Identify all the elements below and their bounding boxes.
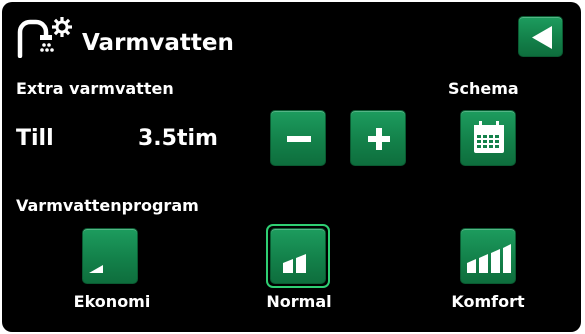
program-label: Varmvattenprogram bbox=[16, 196, 199, 215]
display-panel: Varmvatten Extra varmvatten Schema Till … bbox=[2, 2, 581, 332]
mode-comfort-label: Komfort bbox=[451, 292, 525, 311]
extra-hot-water-state: Till bbox=[16, 126, 54, 151]
extra-hot-water-duration: 3.5tim bbox=[138, 126, 218, 151]
screen: Varmvatten Extra varmvatten Schema Till … bbox=[0, 0, 585, 334]
mode-normal-button[interactable] bbox=[270, 228, 326, 284]
back-button[interactable] bbox=[518, 16, 563, 57]
signal-bars-3-icon bbox=[467, 244, 511, 273]
back-arrow-icon bbox=[532, 26, 552, 49]
signal-bars-1-icon bbox=[89, 265, 103, 273]
signal-bars-2-icon bbox=[283, 254, 306, 273]
decrease-button[interactable] bbox=[270, 110, 326, 166]
increase-button[interactable] bbox=[350, 110, 406, 166]
plus-icon bbox=[368, 128, 390, 150]
minus-icon bbox=[287, 136, 311, 142]
mode-economy-button[interactable] bbox=[82, 228, 138, 284]
extra-hot-water-label: Extra varmvatten bbox=[16, 79, 174, 98]
mode-normal-label: Normal bbox=[266, 292, 332, 311]
schedule-label: Schema bbox=[448, 79, 519, 98]
mode-economy-label: Ekonomi bbox=[73, 292, 151, 311]
mode-comfort-button[interactable] bbox=[460, 228, 516, 284]
schedule-button[interactable] bbox=[460, 110, 516, 166]
calendar-icon bbox=[474, 121, 504, 153]
hot-water-tap-icon bbox=[17, 17, 72, 58]
page-title: Varmvatten bbox=[82, 30, 234, 56]
